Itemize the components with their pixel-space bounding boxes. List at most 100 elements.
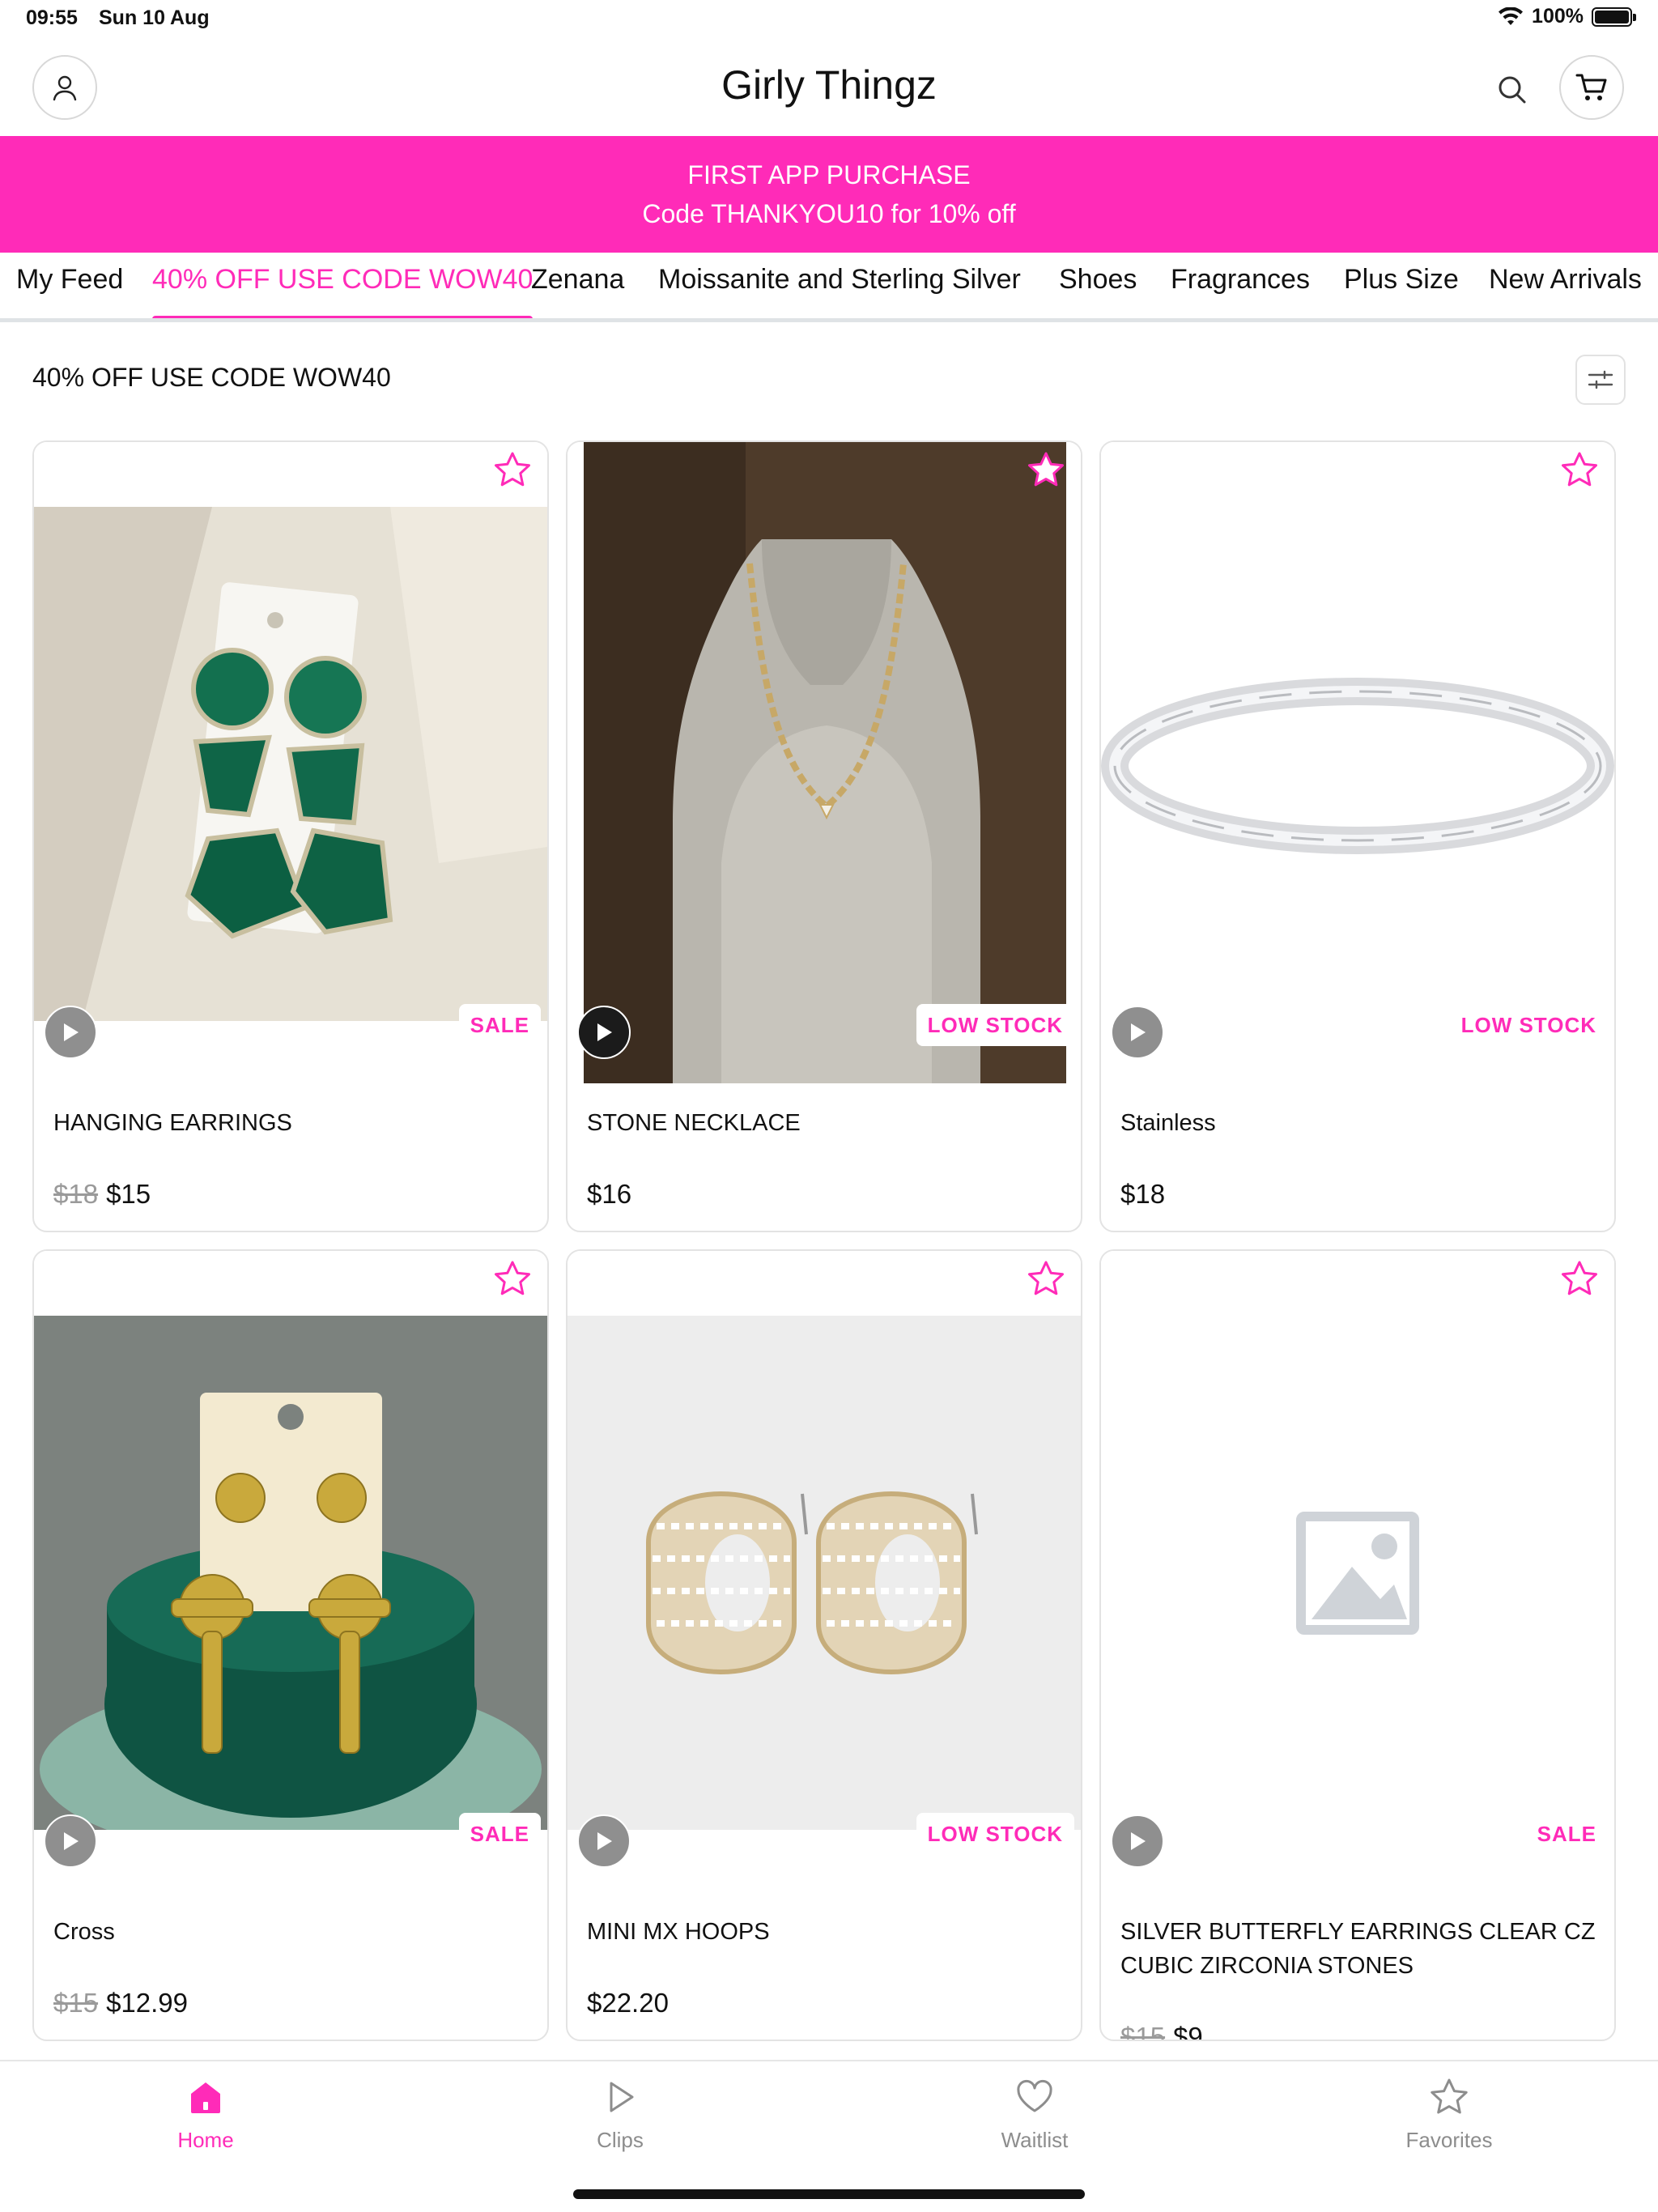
favorite-star-icon[interactable] <box>1026 450 1066 491</box>
tabbar-waitlist[interactable]: Waitlist <box>954 2076 1116 2153</box>
favorite-star-icon[interactable] <box>492 1259 533 1300</box>
app-title: Girly Thingz <box>721 62 937 108</box>
play-video-button[interactable] <box>1111 1814 1164 1868</box>
tabbar-home[interactable]: Home <box>125 2076 287 2153</box>
original-price: $18 <box>53 1179 99 1209</box>
product-name: SILVER BUTTERFLY EARRINGS CLEAR CZ CUBIC… <box>1120 1919 1596 1979</box>
product-card[interactable]: LOW STOCK MINI MX HOOPS $22.20 <box>566 1249 1082 2041</box>
product-name: STONE NECKLACE <box>587 1110 801 1136</box>
original-price: $15 <box>1120 2022 1166 2041</box>
play-icon <box>593 1830 614 1853</box>
favorite-star-icon[interactable] <box>1559 450 1600 491</box>
product-price: $16 <box>587 1179 631 1210</box>
product-price: $18 $15 <box>53 1179 151 1210</box>
cart-button[interactable] <box>1559 55 1624 120</box>
tab-fragrances[interactable]: Fragrances <box>1171 264 1310 318</box>
necklace-bust-image <box>568 442 1081 1083</box>
status-bar: 09:55 Sun 10 Aug 100% <box>0 0 1658 39</box>
section-title: 40% OFF USE CODE WOW40 <box>32 363 391 392</box>
silver-bracelet-image <box>1101 442 1614 1083</box>
sale-price: $9 <box>1173 2022 1203 2041</box>
filter-button[interactable] <box>1575 355 1626 405</box>
product-card[interactable]: LOW STOCK Stainless $18 <box>1099 440 1616 1232</box>
play-video-button[interactable] <box>44 1006 97 1059</box>
play-video-button[interactable] <box>577 1006 631 1059</box>
tabbar-waitlist-label: Waitlist <box>1001 2128 1069 2152</box>
promo-line-2: Code THANKYOU10 for 10% off <box>642 199 1016 228</box>
product-image[interactable] <box>568 1251 1081 1892</box>
battery-icon <box>1592 6 1636 27</box>
play-icon <box>60 1830 81 1853</box>
play-video-button[interactable] <box>1111 1006 1164 1059</box>
crystal-hoops-image <box>568 1251 1081 1892</box>
status-date: Sun 10 Aug <box>99 6 210 29</box>
favorite-star-icon[interactable] <box>492 450 533 491</box>
product-name: Stainless <box>1120 1110 1216 1136</box>
product-name: HANGING EARRINGS <box>53 1110 292 1136</box>
category-tabs: My Feed 40% OFF USE CODE WOW40 Zenana Mo… <box>0 253 1658 322</box>
product-name: MINI MX HOOPS <box>587 1919 770 1945</box>
tab-40-off[interactable]: 40% OFF USE CODE WOW40 <box>152 264 534 318</box>
sale-price: $16 <box>587 1179 632 1209</box>
low-stock-badge: LOW STOCK <box>1449 1004 1608 1046</box>
sale-price: $12.99 <box>106 1988 188 2018</box>
product-card[interactable]: SALE Cross $15 $12.99 <box>32 1249 549 2041</box>
home-indicator[interactable] <box>573 2189 1085 2199</box>
product-image[interactable] <box>1101 1251 1614 1892</box>
tab-zenana[interactable]: Zenana <box>531 264 624 318</box>
star-icon <box>1428 2076 1470 2118</box>
heart-icon <box>1014 2076 1056 2118</box>
tab-shoes[interactable]: Shoes <box>1059 264 1137 318</box>
play-icon <box>593 1021 614 1044</box>
sale-price: $18 <box>1120 1179 1166 1209</box>
search-button[interactable] <box>1494 71 1531 108</box>
play-icon <box>60 1021 81 1044</box>
tabbar-clips-label: Clips <box>597 2128 644 2152</box>
promo-banner[interactable]: FIRST APP PURCHASE Code THANKYOU10 for 1… <box>0 136 1658 253</box>
product-price: $15 $12.99 <box>53 1988 188 2018</box>
battery-percentage: 100% <box>1532 5 1584 28</box>
sale-price: $22.20 <box>587 1988 669 2018</box>
sliders-icon <box>1587 368 1614 392</box>
product-card[interactable]: SALE SILVER BUTTERFLY EARRINGS CLEAR CZ … <box>1099 1249 1616 2041</box>
tabbar-home-label: Home <box>177 2128 234 2152</box>
wifi-icon <box>1498 6 1524 27</box>
play-icon <box>1127 1021 1148 1044</box>
low-stock-badge: LOW STOCK <box>916 1004 1074 1046</box>
promo-line-1: FIRST APP PURCHASE <box>687 160 971 189</box>
tabbar-favorites-label: Favorites <box>1405 2128 1493 2152</box>
sale-price: $15 <box>106 1179 151 1209</box>
product-price: $22.20 <box>587 1988 669 2018</box>
sale-badge: SALE <box>458 1813 541 1855</box>
product-price: $15 $9 <box>1120 2022 1203 2041</box>
tabbar-favorites[interactable]: Favorites <box>1368 2076 1530 2153</box>
product-image[interactable] <box>34 442 547 1083</box>
tab-my-feed[interactable]: My Feed <box>16 264 123 318</box>
home-icon <box>185 2076 227 2118</box>
play-icon <box>1127 1830 1148 1853</box>
app-header: Girly Thingz <box>0 39 1658 136</box>
favorite-star-icon[interactable] <box>1026 1259 1066 1300</box>
product-card[interactable]: SALE HANGING EARRINGS $18 $15 <box>32 440 549 1232</box>
tab-plus-size[interactable]: Plus Size <box>1344 264 1459 318</box>
product-image[interactable] <box>34 1251 547 1892</box>
gold-cross-earrings-image <box>34 1251 547 1892</box>
cart-icon <box>1575 71 1609 104</box>
play-video-button[interactable] <box>577 1814 631 1868</box>
tab-moissanite[interactable]: Moissanite and Sterling Silver <box>658 264 1021 318</box>
play-video-button[interactable] <box>44 1814 97 1868</box>
play-icon <box>599 2076 641 2118</box>
status-indicators: 100% <box>1498 5 1636 28</box>
product-card[interactable]: LOW STOCK STONE NECKLACE $16 <box>566 440 1082 1232</box>
image-placeholder-icon <box>1101 1251 1614 1892</box>
green-earrings-image <box>34 442 547 1083</box>
original-price: $15 <box>53 1988 99 2018</box>
favorite-star-icon[interactable] <box>1559 1259 1600 1300</box>
product-image[interactable] <box>1101 442 1614 1083</box>
product-image[interactable] <box>568 442 1081 1083</box>
search-icon <box>1496 74 1528 106</box>
tabbar-clips[interactable]: Clips <box>539 2076 701 2153</box>
sale-badge: SALE <box>458 1004 541 1046</box>
tab-new-arrivals[interactable]: New Arrivals <box>1489 264 1642 318</box>
status-time: 09:55 <box>26 6 78 29</box>
